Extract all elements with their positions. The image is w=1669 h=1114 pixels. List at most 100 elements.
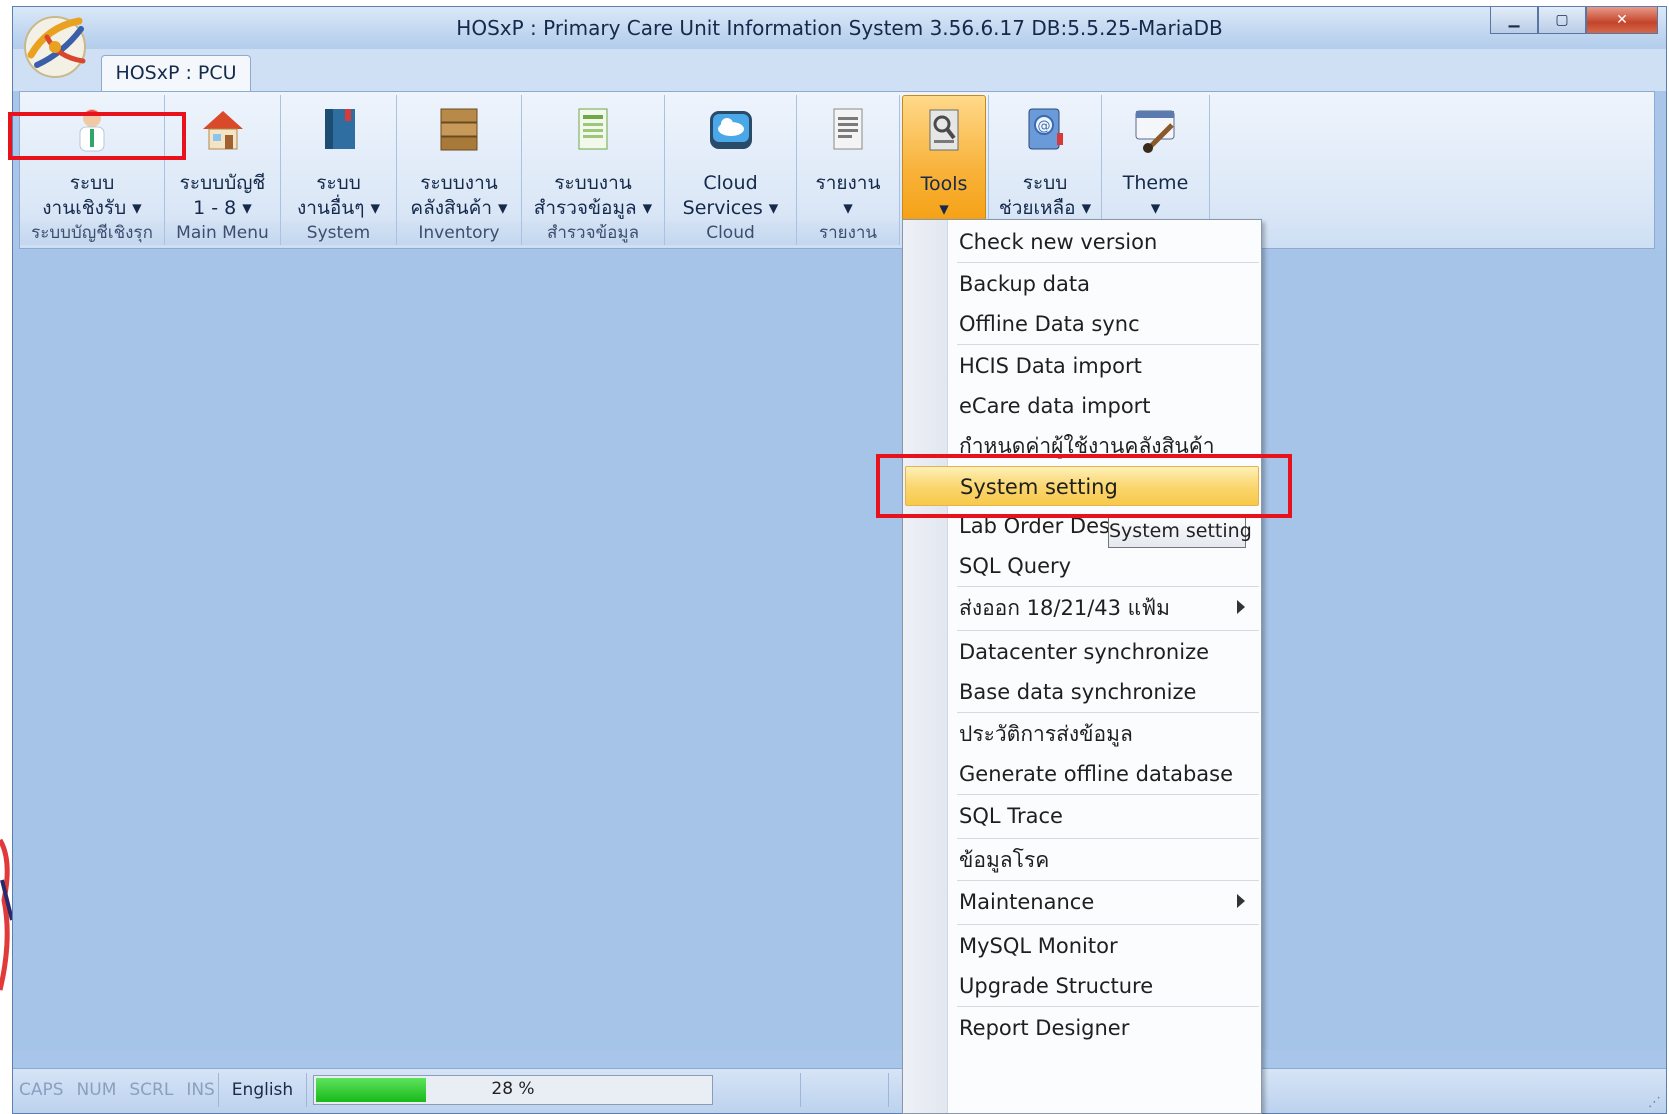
ribbon-group-system: ระบบ งานอื่นๆ ▾ System xyxy=(281,95,397,245)
menu-item-export-18-21-43-files[interactable]: ส่งออก 18/21/43 แฟ้ม xyxy=(905,588,1259,628)
report-label: รายงาน ▾ xyxy=(815,172,881,219)
menu-item-ecare-data-import[interactable]: eCare data import xyxy=(905,386,1259,426)
menu-item-backup-data[interactable]: Backup data xyxy=(905,264,1259,304)
spreadsheet-icon xyxy=(567,103,619,155)
menu-item-label: Check new version xyxy=(959,230,1158,254)
menu-item-sql-trace[interactable]: SQL Trace xyxy=(905,796,1259,836)
report-button[interactable]: รายงาน ▾ xyxy=(797,95,899,221)
menu-separator xyxy=(957,262,1259,263)
annotation-box-reception xyxy=(8,112,186,160)
num-indicator: NUM xyxy=(76,1080,117,1100)
menu-item-label: Base data synchronize xyxy=(959,680,1197,704)
menu-item-check-new-version[interactable]: Check new version xyxy=(905,222,1259,262)
help-button[interactable]: @ ระบบ ช่วยเหลือ ▾ xyxy=(989,95,1101,221)
report-caption: รายงาน xyxy=(797,221,899,245)
menu-item-mysql-monitor[interactable]: MySQL Monitor xyxy=(905,926,1259,966)
menu-item-label: Generate offline database xyxy=(959,762,1234,786)
main-menu-label: ระบบบัญชี 1 - 8 ▾ xyxy=(179,172,266,219)
main-window: HOSxP : Primary Care Unit Information Sy… xyxy=(12,6,1667,1114)
theme-brush-icon xyxy=(1130,103,1182,155)
menu-separator xyxy=(957,344,1259,345)
menu-item-generate-offline-database[interactable]: Generate offline database xyxy=(905,754,1259,794)
menu-item-label: ประวัติการส่งข้อมูล xyxy=(959,722,1133,746)
menu-item-sql-query[interactable]: SQL Query xyxy=(905,546,1259,586)
menu-item-label: HCIS Data import xyxy=(959,354,1142,378)
menu-item-datacenter-synchronize[interactable]: Datacenter synchronize xyxy=(905,632,1259,672)
close-button[interactable]: ✕ xyxy=(1586,7,1658,34)
menu-item-label: MySQL Monitor xyxy=(959,934,1118,958)
scrl-indicator: SCRL xyxy=(129,1080,174,1100)
inventory-button[interactable]: ระบบงาน คลังสินค้า ▾ xyxy=(397,95,521,221)
tools-icon xyxy=(918,104,970,156)
reception-label: ระบบ งานเชิงรับ ▾ xyxy=(42,172,142,219)
tooltip: System setting xyxy=(1108,514,1252,548)
help-book-icon: @ xyxy=(1019,103,1071,155)
menu-item-hcis-data-import[interactable]: HCIS Data import xyxy=(905,346,1259,386)
menu-item-upgrade-structure[interactable]: Upgrade Structure xyxy=(905,966,1259,1006)
theme-button[interactable]: Theme ▾ xyxy=(1102,95,1209,221)
ribbon-tab-strip: HOSxP : PCU xyxy=(13,49,1666,92)
menu-item-maintenance[interactable]: Maintenance xyxy=(905,882,1259,922)
menu-item-label: Report Designer xyxy=(959,1016,1130,1040)
status-bar: CAPS NUM SCRL INS English 28 % ⋰ xyxy=(13,1068,1666,1113)
submenu-arrow-icon xyxy=(1237,894,1245,908)
menu-item-label: ส่งออก 18/21/43 แฟ้ม xyxy=(959,596,1170,620)
boxes-icon xyxy=(433,103,485,155)
survey-button[interactable]: ระบบงาน สำรวจข้อมูล ▾ xyxy=(522,95,664,221)
menu-separator xyxy=(957,838,1259,839)
system-button[interactable]: ระบบ งานอื่นๆ ▾ xyxy=(281,95,396,221)
tab-hosxp-pcu[interactable]: HOSxP : PCU xyxy=(101,55,251,92)
menu-separator xyxy=(957,924,1259,925)
ribbon-group-report: รายงาน ▾ รายงาน xyxy=(797,95,900,245)
house-icon xyxy=(197,103,249,155)
menu-separator xyxy=(957,712,1259,713)
inventory-caption: Inventory xyxy=(397,221,521,245)
cloud-services-label: Cloud Services ▾ xyxy=(682,172,779,219)
caps-indicator: CAPS xyxy=(19,1080,64,1100)
close-icon: ✕ xyxy=(1616,12,1628,28)
menu-separator xyxy=(957,586,1259,587)
svg-text:@: @ xyxy=(1038,119,1051,134)
menu-item-data-send-history[interactable]: ประวัติการส่งข้อมูล xyxy=(905,714,1259,754)
menu-item-label: SQL Query xyxy=(959,554,1072,578)
app-logo-icon[interactable] xyxy=(17,7,105,87)
status-panel-1 xyxy=(713,1073,801,1107)
progress-bar: 28 % xyxy=(313,1075,713,1105)
cloud-icon xyxy=(705,103,757,155)
keyboard-indicators: CAPS NUM SCRL INS xyxy=(19,1073,219,1107)
window-controls: ▁ ▢ ✕ xyxy=(1490,7,1658,34)
survey-label: ระบบงาน สำรวจข้อมูล ▾ xyxy=(533,172,653,219)
language-indicator[interactable]: English xyxy=(219,1073,307,1107)
submenu-arrow-icon xyxy=(1237,600,1245,614)
annotation-box-system-setting xyxy=(876,454,1292,518)
menu-item-base-data-synchronize[interactable]: Base data synchronize xyxy=(905,672,1259,712)
window-title: HOSxP : Primary Care Unit Information Sy… xyxy=(456,16,1223,40)
maximize-button[interactable]: ▢ xyxy=(1538,7,1586,34)
tools-button[interactable]: Tools ▾ xyxy=(902,95,986,221)
menu-separator xyxy=(957,880,1259,881)
menu-separator xyxy=(957,794,1259,795)
progress-text: 28 % xyxy=(491,1079,535,1099)
title-bar[interactable]: HOSxP : Primary Care Unit Information Sy… xyxy=(13,7,1666,50)
help-label: ระบบ ช่วยเหลือ ▾ xyxy=(998,172,1092,219)
menu-item-label: Offline Data sync xyxy=(959,312,1140,336)
minimize-icon: ▁ xyxy=(1508,12,1520,28)
ins-indicator: INS xyxy=(186,1080,215,1100)
maximize-icon: ▢ xyxy=(1555,12,1569,28)
menu-item-label: SQL Trace xyxy=(959,804,1063,828)
resize-grip-icon[interactable]: ⋰ xyxy=(1648,1095,1664,1111)
report-icon xyxy=(822,103,874,155)
menu-item-offline-data-sync[interactable]: Offline Data sync xyxy=(905,304,1259,344)
minimize-button[interactable]: ▁ xyxy=(1490,7,1538,34)
menu-item-label: eCare data import xyxy=(959,394,1151,418)
menu-item-disease-data[interactable]: ข้อมูลโรค xyxy=(905,840,1259,880)
menu-separator xyxy=(957,630,1259,631)
cloud-services-button[interactable]: Cloud Services ▾ xyxy=(665,95,796,221)
cloud-caption: Cloud xyxy=(665,221,796,245)
ribbon-group-survey: ระบบงาน สำรวจข้อมูล ▾ สำรวจข้อมูล xyxy=(522,95,665,245)
menu-item-report-designer[interactable]: Report Designer xyxy=(905,1008,1259,1048)
menu-item-label: Backup data xyxy=(959,272,1090,296)
tools-dropdown-menu: Check new version Backup data Offline Data… xyxy=(902,219,1262,1114)
ribbon-group-inventory: ระบบงาน คลังสินค้า ▾ Inventory xyxy=(397,95,522,245)
workspace-area[interactable] xyxy=(13,250,1666,1050)
